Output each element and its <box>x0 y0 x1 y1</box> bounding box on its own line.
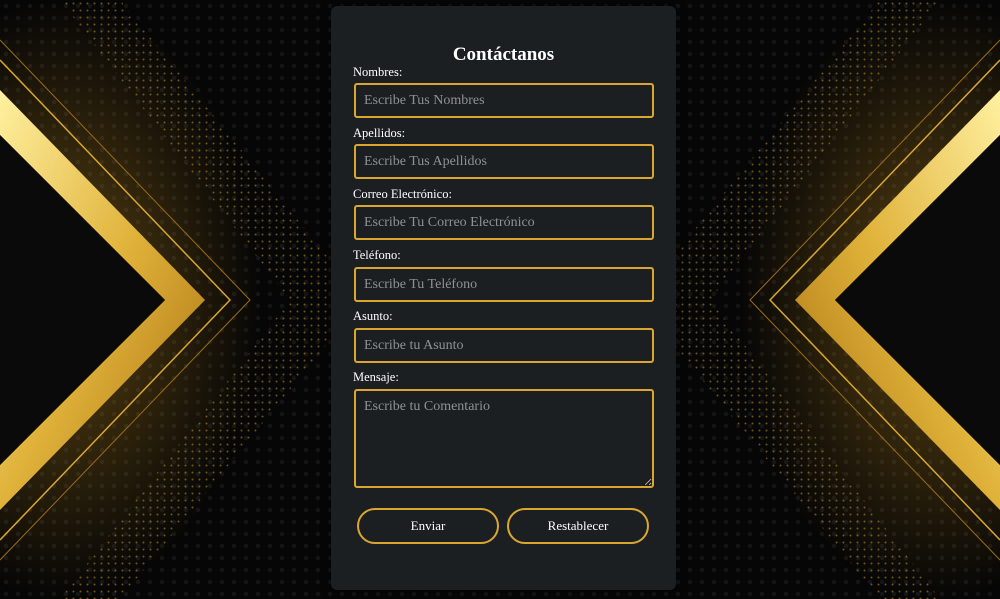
apellidos-label: Apellidos: <box>353 126 406 140</box>
reset-button[interactable]: Restablecer <box>507 508 649 544</box>
asunto-label: Asunto: <box>353 309 393 323</box>
telefono-label: Teléfono: <box>353 248 401 262</box>
email-label: Correo Electrónico: <box>353 187 452 201</box>
nombres-label: Nombres: <box>353 65 403 79</box>
form-title: Contáctanos <box>452 44 555 65</box>
mensaje-textarea[interactable] <box>354 389 654 488</box>
nombres-input[interactable] <box>354 83 654 118</box>
contact-form-card: Contáctanos Nombres: Apellidos: Correo E… <box>331 6 676 590</box>
telefono-input[interactable] <box>354 267 654 302</box>
submit-button[interactable]: Enviar <box>357 508 499 544</box>
email-input[interactable] <box>354 205 654 240</box>
apellidos-input[interactable] <box>354 144 654 179</box>
asunto-input[interactable] <box>354 328 654 363</box>
mensaje-label: Mensaje: <box>353 370 399 384</box>
